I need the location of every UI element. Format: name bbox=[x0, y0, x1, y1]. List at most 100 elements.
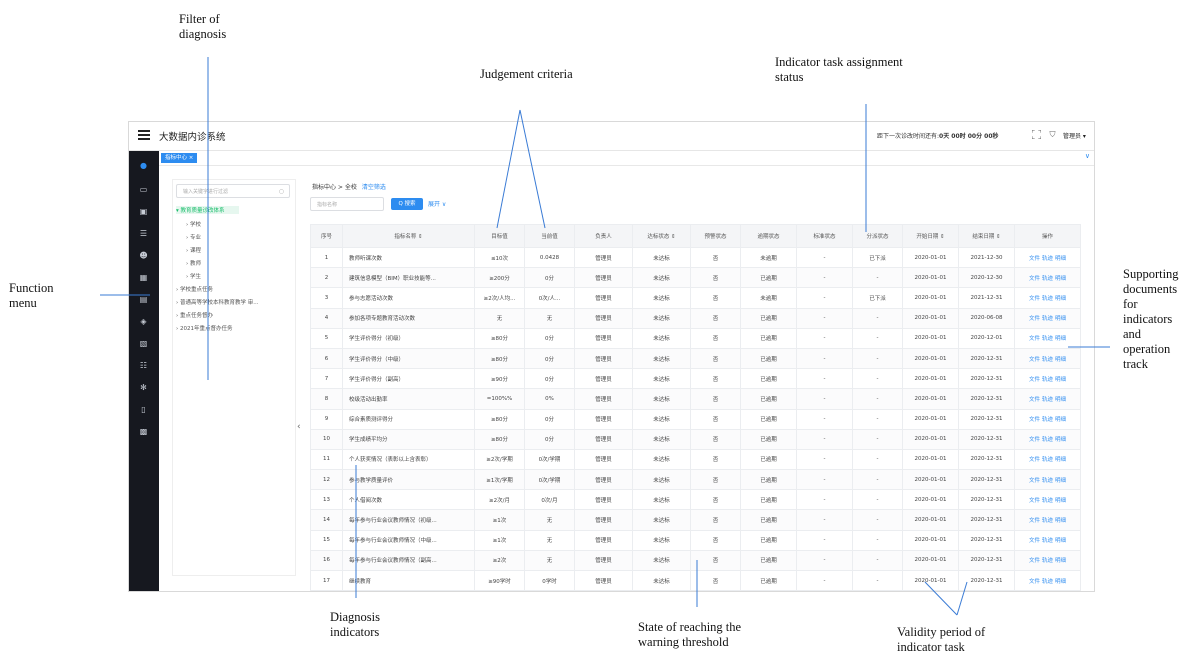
table-row[interactable]: 6 学生评价得分（中级） ≥80分 0分 管理员 未达标否已逾期 - -2020-01-01 2… bbox=[310, 347, 1081, 370]
track-link[interactable]: 轨迹 bbox=[1042, 437, 1053, 443]
clear-filter-link[interactable]: 清空筛选 bbox=[362, 184, 386, 191]
track-link[interactable]: 轨迹 bbox=[1042, 256, 1053, 262]
table-row[interactable]: 5 学生评价得分（初级） ≥80分 0分 管理员 未达标否已逾期 - -2020-01-01 2… bbox=[310, 327, 1081, 349]
column-header[interactable]: 目标值 bbox=[474, 224, 525, 248]
file-link[interactable]: 文件 bbox=[1029, 558, 1040, 564]
calendar-icon[interactable]: ▦ bbox=[138, 273, 149, 283]
server-icon[interactable]: ☰ bbox=[138, 229, 149, 239]
track-link[interactable]: 轨迹 bbox=[1042, 397, 1053, 403]
file-link[interactable]: 文件 bbox=[1029, 437, 1040, 443]
file-link[interactable]: 文件 bbox=[1029, 357, 1040, 363]
document-icon[interactable]: ▯ bbox=[138, 405, 149, 415]
file-link[interactable]: 文件 bbox=[1029, 498, 1040, 504]
track-link[interactable]: 轨迹 bbox=[1042, 518, 1053, 524]
file-link[interactable]: 文件 bbox=[1029, 276, 1040, 282]
column-header[interactable]: 标准状态 bbox=[796, 224, 853, 248]
table-row[interactable]: 12 参与教学质量评价 ≥1次/学期 0次/学期 管理员 未达标否已逾期 - -2020-01… bbox=[310, 469, 1081, 491]
search-button[interactable]: Q 搜索 bbox=[391, 198, 423, 210]
file-link[interactable]: 文件 bbox=[1029, 256, 1040, 262]
track-link[interactable]: 轨迹 bbox=[1042, 377, 1053, 383]
column-header[interactable]: 当前值 bbox=[524, 224, 575, 248]
book-icon[interactable]: ▤ bbox=[138, 295, 149, 305]
table-row[interactable]: 10 学生成绩平均分 ≥80分 0分 管理员 未达标否已逾期 - -2020-01-01 202… bbox=[310, 428, 1081, 450]
track-link[interactable]: 轨迹 bbox=[1042, 417, 1053, 423]
detail-link[interactable]: 明细 bbox=[1055, 457, 1066, 463]
detail-link[interactable]: 明细 bbox=[1055, 336, 1066, 342]
table-row[interactable]: 14 每年参与行业会议教师情况（初级... ≥1次无管理员 未达标否已逾期 - -2020… bbox=[310, 509, 1081, 531]
file-link[interactable]: 文件 bbox=[1029, 316, 1040, 322]
tree-node[interactable]: ▾ 教育质量诊改体系 bbox=[176, 206, 239, 214]
table-row[interactable]: 16 每年参与行业会议教师情况（副高... ≥2次无管理员 未达标否已逾期 - -2020… bbox=[310, 549, 1081, 572]
tree-node[interactable]: › 2021年重点督办任务 bbox=[176, 324, 232, 332]
table-row[interactable]: 7 学生评价得分（副高） ≥90分 0分 管理员 未达标否已逾期 - -2020-01-01 2… bbox=[310, 368, 1081, 390]
column-header[interactable]: 指标名称 ⇕ bbox=[342, 224, 475, 248]
clipboard-icon[interactable]: ▧ bbox=[138, 339, 149, 349]
skin-icon[interactable]: ⛉ bbox=[1048, 130, 1057, 139]
column-header[interactable]: 序号 bbox=[310, 224, 343, 248]
track-link[interactable]: 轨迹 bbox=[1042, 478, 1053, 484]
tree-node[interactable]: › 学生 bbox=[186, 272, 201, 280]
file-link[interactable]: 文件 bbox=[1029, 336, 1040, 342]
detail-link[interactable]: 明细 bbox=[1055, 357, 1066, 363]
tab-indicator-center[interactable]: 指标中心 × bbox=[161, 153, 198, 163]
fullscreen-icon[interactable] bbox=[1032, 130, 1041, 139]
table-row[interactable]: 15 每年参与行业会议教师情况（中级... ≥1次无管理员 未达标否已逾期 - -2020… bbox=[310, 529, 1081, 551]
file-link[interactable]: 文件 bbox=[1029, 397, 1040, 403]
detail-link[interactable]: 明细 bbox=[1055, 538, 1066, 544]
track-link[interactable]: 轨迹 bbox=[1042, 498, 1053, 504]
file-link[interactable]: 文件 bbox=[1029, 417, 1040, 423]
detail-link[interactable]: 明细 bbox=[1055, 417, 1066, 423]
table-row[interactable]: 3 参与志愿活动次数 ≥2次/人均... 0次/人... 管理员 未达标否未逾期 - 已下派 2… bbox=[310, 287, 1081, 309]
detail-link[interactable]: 明细 bbox=[1055, 518, 1066, 524]
track-link[interactable]: 轨迹 bbox=[1042, 538, 1053, 544]
collapse-panel-icon[interactable]: ‹ bbox=[297, 422, 301, 432]
table-row[interactable]: 1 教师听课次数 ≤10次 0.0428 管理员 未达标否未逾期 - 已下派 2020-01-0… bbox=[310, 246, 1081, 269]
detail-link[interactable]: 明细 bbox=[1055, 276, 1066, 282]
track-link[interactable]: 轨迹 bbox=[1042, 558, 1053, 564]
column-header[interactable]: 达标状态 ⇕ bbox=[632, 224, 691, 248]
file-link[interactable]: 文件 bbox=[1029, 296, 1040, 302]
table-row[interactable]: 4 参加各项专题教育活动次数无无管理员 未达标否已逾期 - -2020-01-01 202… bbox=[310, 307, 1081, 329]
tree-node[interactable]: › 重点任务督办 bbox=[176, 311, 213, 319]
indicator-search-input[interactable]: 指标名称 bbox=[310, 197, 384, 211]
track-link[interactable]: 轨迹 bbox=[1042, 316, 1053, 322]
detail-link[interactable]: 明细 bbox=[1055, 478, 1066, 484]
file-link[interactable]: 文件 bbox=[1029, 518, 1040, 524]
detail-link[interactable]: 明细 bbox=[1055, 256, 1066, 262]
detail-link[interactable]: 明细 bbox=[1055, 498, 1066, 504]
table-row[interactable]: 13 个人借阅次数 ≥2次/月 0次/月 管理员 未达标否已逾期 - -2020-01-01 2… bbox=[310, 489, 1081, 511]
id-card-icon[interactable]: ▩ bbox=[138, 427, 149, 437]
tree-node[interactable]: › 课程 bbox=[186, 246, 201, 254]
table-row[interactable]: 8 校级活动出勤率 =100%% 0% 管理员 未达标否已逾期 - -2020-01-01 20… bbox=[310, 388, 1081, 410]
column-header[interactable]: 逾期状态 bbox=[740, 224, 797, 248]
track-link[interactable]: 轨迹 bbox=[1042, 276, 1053, 282]
expand-button[interactable]: 展开 ∨ bbox=[428, 199, 446, 208]
cube-icon[interactable]: ◈ bbox=[138, 317, 149, 327]
tree-node[interactable]: › 学校 bbox=[186, 220, 201, 228]
track-link[interactable]: 轨迹 bbox=[1042, 336, 1053, 342]
list-icon[interactable]: ☷ bbox=[138, 361, 149, 371]
file-link[interactable]: 文件 bbox=[1029, 538, 1040, 544]
menu-toggle-icon[interactable] bbox=[138, 130, 150, 141]
detail-link[interactable]: 明细 bbox=[1055, 579, 1066, 585]
chevron-down-icon[interactable]: ∨ bbox=[1085, 152, 1090, 160]
detail-link[interactable]: 明细 bbox=[1055, 558, 1066, 564]
monitor-icon[interactable]: ▣ bbox=[138, 207, 149, 217]
detail-link[interactable]: 明细 bbox=[1055, 437, 1066, 443]
detail-link[interactable]: 明细 bbox=[1055, 377, 1066, 383]
column-header[interactable]: 开始日期 ⇕ bbox=[902, 224, 959, 248]
column-header[interactable]: 操作 bbox=[1014, 224, 1081, 248]
table-row[interactable]: 17 继续教育 ≥90学时 0学时 管理员 未达标否已逾期 - -2020-01-01 2020… bbox=[310, 569, 1081, 591]
column-header[interactable]: 负责人 bbox=[574, 224, 633, 248]
file-link[interactable]: 文件 bbox=[1029, 457, 1040, 463]
file-link[interactable]: 文件 bbox=[1029, 377, 1040, 383]
folder-icon[interactable]: ▭ bbox=[138, 185, 149, 195]
track-link[interactable]: 轨迹 bbox=[1042, 457, 1053, 463]
face-icon[interactable]: ☻ bbox=[138, 251, 149, 261]
detail-link[interactable]: 明细 bbox=[1055, 296, 1066, 302]
file-link[interactable]: 文件 bbox=[1029, 579, 1040, 585]
settings-icon[interactable]: ✻ bbox=[138, 383, 149, 393]
track-link[interactable]: 轨迹 bbox=[1042, 296, 1053, 302]
column-header[interactable]: 分派状态 bbox=[852, 224, 903, 248]
tree-search-input[interactable]: 输入关键字进行过滤 ○ bbox=[176, 184, 290, 198]
